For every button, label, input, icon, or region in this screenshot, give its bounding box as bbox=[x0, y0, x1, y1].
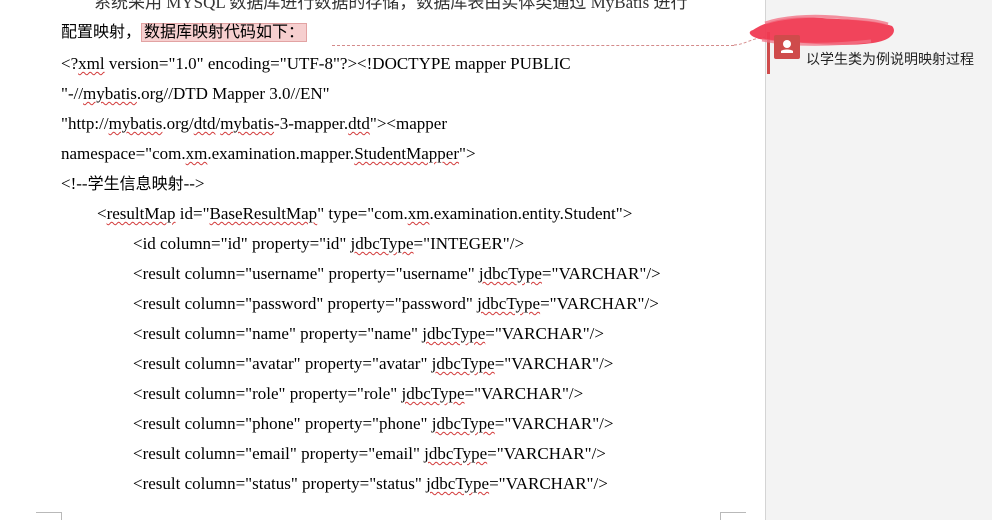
commented-text[interactable]: 数据库映射代码如下： bbox=[141, 23, 308, 42]
code-line-8: <result column="username" property="user… bbox=[133, 264, 661, 283]
code-line-5: <!--学生信息映射--> bbox=[61, 174, 205, 193]
code-line-4: namespace="com.xm.examination.mapper.Stu… bbox=[61, 144, 476, 163]
page-corner-mark-right bbox=[720, 512, 746, 520]
code-line-6: <resultMap id="BaseResultMap" type="com.… bbox=[97, 204, 633, 223]
comment-anchor-line bbox=[332, 45, 734, 46]
code-line-9: <result column="password" property="pass… bbox=[133, 294, 659, 313]
paragraph-line-cut: 系统采用 MYSQL 数据库进行数据的存储，数据库表由实体类通过 MyBatis… bbox=[94, 0, 688, 12]
code-line-7: <id column="id" property="id" jdbcType="… bbox=[133, 234, 525, 253]
code-line-12: <result column="role" property="role" jd… bbox=[133, 384, 584, 403]
code-line-3: "http://mybatis.org/dtd/mybatis-3-mapper… bbox=[61, 114, 447, 133]
author-name-redaction bbox=[749, 14, 894, 46]
paragraph-intro: 配置映射， 数据库映射代码如下： bbox=[61, 21, 308, 45]
intro-prefix: 配置映射， bbox=[61, 24, 142, 41]
code-line-10: <result column="name" property="name" jd… bbox=[133, 324, 604, 343]
code-line-14: <result column="email" property="email" … bbox=[133, 444, 606, 463]
user-avatar-icon bbox=[774, 35, 800, 59]
code-line-13: <result column="phone" property="phone" … bbox=[133, 414, 614, 433]
code-line-11: <result column="avatar" property="avatar… bbox=[133, 354, 614, 373]
code-line-2: "-//mybatis.org//DTD Mapper 3.0//EN" bbox=[61, 84, 330, 103]
page-corner-mark-left bbox=[36, 512, 62, 520]
comment-pane bbox=[765, 0, 992, 520]
document-page: 系统采用 MYSQL 数据库进行数据的存储，数据库表由实体类通过 MyBatis… bbox=[0, 0, 767, 520]
code-line-15: <result column="status" property="status… bbox=[133, 474, 608, 493]
code-line-1: <?xml version="1.0" encoding="UTF-8"?><!… bbox=[61, 54, 571, 73]
comment-text: 以学生类为例说明映射过程 bbox=[806, 52, 974, 68]
